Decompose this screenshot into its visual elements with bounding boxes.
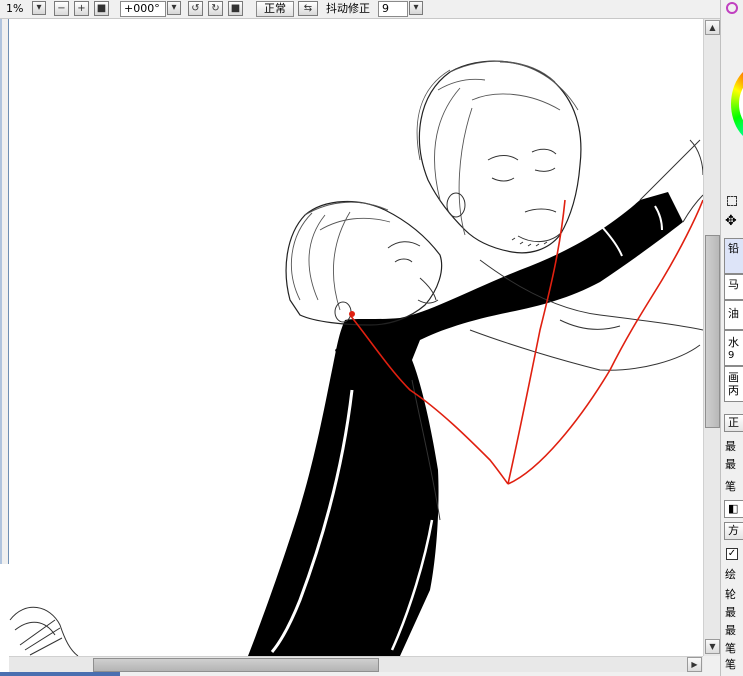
arrow-down-icon: ▼ (709, 642, 716, 651)
tool-watercolor[interactable]: 水 9 (724, 330, 743, 366)
zoom-value: 1% (6, 2, 24, 15)
pen-label: 笔 (725, 658, 736, 671)
chevron-down-icon: ▾ (171, 2, 177, 13)
tool-panel: ✥ 铅 马 油 水 9 画 丙 正 最 最 笔 ◧ 方 ✓ 绘 轮 最 最 笔 … (720, 0, 743, 676)
max-label: 最 (725, 624, 736, 637)
rotation-value: +000° (124, 2, 160, 15)
scrollbar-corner (703, 656, 720, 676)
square-icon: ■ (96, 2, 107, 14)
flip-canvas-button[interactable]: ⇆ (298, 1, 318, 16)
zoom-out-button[interactable]: − (54, 1, 69, 16)
minus-icon: − (57, 2, 66, 14)
brush-shape-icon: ◧ (728, 502, 739, 515)
scroll-up-button[interactable]: ▲ (705, 20, 720, 35)
brush-blend-button[interactable]: 正 (724, 414, 743, 432)
stabilizer-value: 9 (382, 2, 389, 15)
rotation-reset-button[interactable]: ■ (228, 1, 243, 16)
min-size-label: 最 (725, 458, 736, 471)
panel-edge (0, 19, 2, 564)
tool-marker[interactable]: 马 (724, 274, 743, 300)
stabilizer-field[interactable]: 9 (378, 1, 408, 17)
vertical-scrollbar[interactable]: ▲ ▼ (703, 19, 720, 656)
stabilizer-dropdown-button[interactable]: ▾ (409, 1, 423, 15)
zoom-dropdown-button[interactable]: ▾ (32, 1, 46, 15)
arrow-up-icon: ▲ (709, 23, 716, 32)
tool-label: 画 (728, 371, 739, 384)
chevron-down-icon: ▾ (413, 2, 419, 13)
rotation-dropdown-button[interactable]: ▾ (167, 1, 181, 15)
color-wheel-center (739, 76, 743, 132)
texture-label: 方 (728, 524, 739, 537)
stabilizer-label: 抖动修正 (326, 2, 370, 15)
option-checkbox[interactable]: ✓ (726, 548, 738, 560)
color-wheel[interactable] (731, 64, 743, 144)
min-label: 最 (725, 606, 736, 619)
paint-tool-window: 1% ▾ − + ■ +000° ▾ ↺ ↻ ■ 正常 ⇆ 抖动修正 9 ▾ ▲… (0, 0, 743, 676)
zoom-reset-button[interactable]: ■ (94, 1, 109, 16)
flip-horizontal-icon: ⇆ (303, 2, 313, 14)
rotate-right-button[interactable]: ↻ (208, 1, 223, 16)
brush-texture-button[interactable]: 方 (724, 522, 743, 540)
brush-shape-select[interactable]: ◧ (724, 500, 743, 518)
max-size-label: 最 (725, 440, 736, 453)
scroll-right-button[interactable]: ▶ (687, 657, 702, 672)
rotate-ccw-icon: ↺ (191, 2, 200, 14)
scroll-down-button[interactable]: ▼ (705, 639, 720, 654)
blend-mode-label: 正常 (264, 2, 286, 15)
vertical-scroll-thumb[interactable] (705, 235, 720, 428)
earbud (349, 311, 355, 317)
rotation-field[interactable]: +000° (120, 1, 166, 17)
blend-mode-button[interactable]: 正常 (256, 1, 294, 17)
tool-label: 丙 (728, 384, 739, 397)
arrow-right-icon: ▶ (691, 660, 698, 669)
plus-icon: + (77, 2, 86, 14)
draw-label: 绘 (725, 568, 736, 581)
chevron-down-icon: ▾ (36, 2, 42, 13)
artwork (9, 19, 703, 656)
tool-label: 铅 (728, 242, 739, 255)
brush-density-label: 笔 (725, 480, 736, 493)
rotate-cw-icon: ↻ (211, 2, 220, 14)
square-icon: ■ (230, 2, 241, 14)
horizontal-scrollbar[interactable]: ▶ (9, 656, 703, 672)
horizontal-scroll-thumb[interactable] (93, 658, 379, 672)
tool-pencil[interactable]: 铅 (724, 238, 743, 274)
color-wheel-icon[interactable] (726, 2, 738, 14)
zoom-in-button[interactable]: + (74, 1, 89, 16)
blend-label: 正 (728, 416, 739, 429)
tool-label: 水 (728, 336, 739, 349)
rotate-left-button[interactable]: ↺ (188, 1, 203, 16)
select-icon[interactable] (727, 196, 737, 206)
outline-label: 轮 (725, 588, 736, 601)
tool-label: 油 (728, 307, 739, 320)
tool-size-label: 9 (728, 350, 735, 361)
tool-oil[interactable]: 油 (724, 300, 743, 330)
tool-paint[interactable]: 画 丙 (724, 366, 743, 402)
drawing-canvas[interactable] (9, 19, 703, 656)
tool-label: 马 (728, 278, 739, 291)
left-navigator-panel (0, 19, 9, 564)
pen-label: 笔 (725, 642, 736, 655)
left-panel-lower (0, 564, 9, 676)
top-toolbar: 1% ▾ − + ■ +000° ▾ ↺ ↻ ■ 正常 ⇆ 抖动修正 9 ▾ (0, 0, 720, 19)
taskbar-accent (0, 672, 120, 676)
move-icon[interactable]: ✥ (725, 214, 737, 228)
